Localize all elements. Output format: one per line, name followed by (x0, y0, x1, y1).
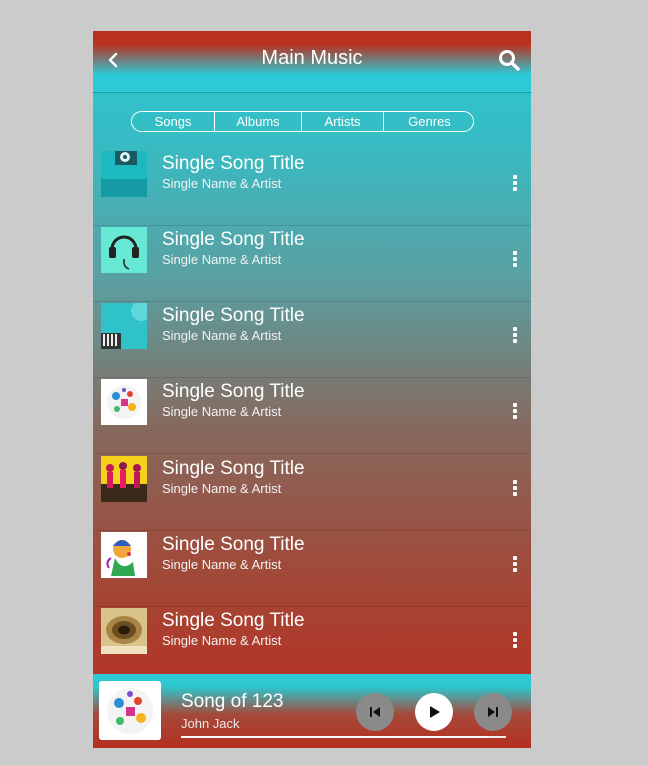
now-playing-artist: John Jack (181, 716, 240, 731)
more-options-icon[interactable] (513, 251, 519, 269)
now-playing-bar: Song of 123 John Jack (93, 674, 531, 748)
song-row[interactable]: Single Song Title Single Name & Artist (93, 225, 531, 302)
song-title: Single Song Title (162, 534, 305, 555)
music-app-screen: Main Music Songs Albums Artists Genres S… (93, 31, 531, 748)
page-title: Main Music (261, 47, 363, 69)
previous-button[interactable] (356, 693, 394, 731)
tab-songs[interactable]: Songs (132, 112, 215, 131)
song-row[interactable]: Single Song Title Single Name & Artist (93, 149, 531, 226)
progress-fill (181, 736, 487, 738)
album-art-singer (101, 532, 147, 578)
now-playing-title: Song of 123 (181, 691, 284, 712)
album-art-book-swirl (101, 608, 147, 654)
play-button[interactable] (415, 693, 453, 731)
song-artist: Single Name & Artist (162, 481, 282, 496)
song-row[interactable]: Single Song Title Single Name & Artist (93, 606, 531, 682)
album-art-headphones (101, 227, 147, 273)
album-art-dancers (101, 456, 147, 502)
more-options-icon[interactable] (513, 632, 519, 650)
more-options-icon[interactable] (513, 175, 519, 193)
skip-previous-icon (370, 707, 380, 717)
more-options-icon[interactable] (513, 480, 519, 498)
song-title: Single Song Title (162, 381, 305, 402)
song-row[interactable]: Single Song Title Single Name & Artist (93, 301, 531, 378)
album-art-instruments-circle (101, 379, 147, 425)
more-options-icon[interactable] (513, 556, 519, 574)
play-icon (430, 706, 440, 718)
song-title: Single Song Title (162, 305, 305, 326)
song-title: Single Song Title (162, 229, 305, 250)
song-artist: Single Name & Artist (162, 176, 282, 191)
now-playing-cover[interactable] (99, 681, 161, 740)
album-art-keyboard (101, 303, 147, 349)
more-options-icon[interactable] (513, 327, 519, 345)
category-tabs: Songs Albums Artists Genres (131, 111, 474, 132)
song-artist: Single Name & Artist (162, 328, 282, 343)
song-artist: Single Name & Artist (162, 252, 282, 267)
search-icon[interactable] (498, 48, 520, 72)
album-art-teal-player (101, 151, 147, 197)
song-title: Single Song Title (162, 610, 305, 631)
next-button[interactable] (474, 693, 512, 731)
tab-artists[interactable]: Artists (302, 112, 384, 131)
song-row[interactable]: Single Song Title Single Name & Artist (93, 377, 531, 454)
song-artist: Single Name & Artist (162, 404, 282, 419)
song-title: Single Song Title (162, 153, 305, 174)
song-row[interactable]: Single Song Title Single Name & Artist (93, 530, 531, 607)
tab-albums[interactable]: Albums (215, 112, 302, 131)
tab-genres[interactable]: Genres (384, 112, 475, 131)
more-options-icon[interactable] (513, 403, 519, 421)
song-artist: Single Name & Artist (162, 557, 282, 572)
song-title: Single Song Title (162, 458, 305, 479)
skip-next-icon (488, 707, 498, 717)
app-header: Main Music (93, 31, 531, 93)
song-row[interactable]: Single Song Title Single Name & Artist (93, 454, 531, 531)
playback-progress[interactable] (181, 736, 506, 738)
song-artist: Single Name & Artist (162, 633, 282, 648)
